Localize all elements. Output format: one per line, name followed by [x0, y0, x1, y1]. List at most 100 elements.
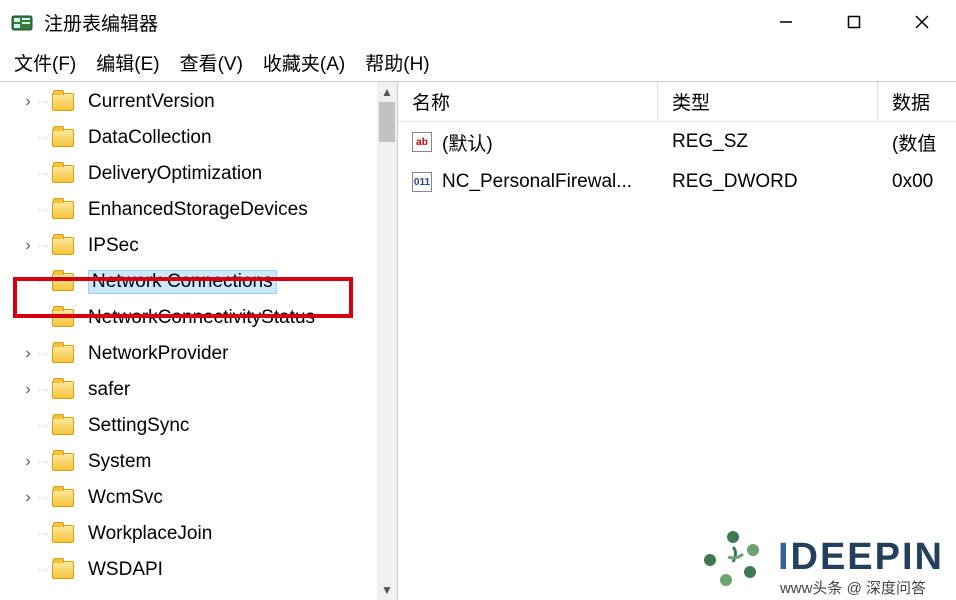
- tree-item-label: EnhancedStorageDevices: [88, 199, 308, 221]
- chevron-right-icon[interactable]: ›: [18, 345, 38, 363]
- tree-item[interactable]: ⋯ SettingSync: [0, 408, 377, 444]
- tree-connector-icon: ⋯: [38, 133, 52, 144]
- swirl-logo-icon: [698, 522, 768, 592]
- column-type[interactable]: 类型: [658, 82, 878, 121]
- folder-icon: [52, 237, 74, 255]
- column-data[interactable]: 数据: [878, 82, 956, 121]
- tree-connector-icon: ⋯: [38, 421, 52, 432]
- chevron-right-icon[interactable]: ›: [18, 237, 38, 255]
- tree-connector-icon: ⋯: [38, 385, 52, 396]
- minimize-button[interactable]: [752, 0, 820, 44]
- tree-item-label: WcmSvc: [88, 487, 163, 509]
- folder-icon: [52, 453, 74, 471]
- tree-item[interactable]: ⋯ DataCollection: [0, 120, 377, 156]
- tree-item[interactable]: ›⋯ safer: [0, 372, 377, 408]
- scroll-up-icon[interactable]: ▲: [377, 82, 397, 102]
- tree-item-label: safer: [88, 379, 130, 401]
- menu-edit[interactable]: 编辑(E): [96, 49, 159, 76]
- tree-connector-icon: ⋯: [38, 457, 52, 468]
- tree-scrollbar[interactable]: ▲ ▼: [377, 82, 397, 600]
- tree-item-label: DeliveryOptimization: [88, 163, 262, 185]
- tree-item[interactable]: ⋯ Network Connections: [0, 264, 377, 300]
- tree-item[interactable]: ›⋯ System: [0, 444, 377, 480]
- tree-connector-icon: ⋯: [38, 97, 52, 108]
- tree-item[interactable]: ⋯ WorkplaceJoin: [0, 516, 377, 552]
- tree-item-label: WorkplaceJoin: [88, 523, 212, 545]
- chevron-right-icon[interactable]: ›: [18, 489, 38, 507]
- folder-icon: [52, 93, 74, 111]
- window-title: 注册表编辑器: [44, 9, 158, 36]
- tree-item[interactable]: ⋯ EnhancedStorageDevices: [0, 192, 377, 228]
- menu-file[interactable]: 文件(F): [14, 49, 76, 76]
- scroll-thumb[interactable]: [379, 102, 395, 142]
- tree-connector-icon: ⋯: [38, 277, 52, 288]
- tree-item[interactable]: ›⋯ NetworkProvider: [0, 336, 377, 372]
- dword-value-icon: 011: [412, 172, 432, 192]
- value-name: NC_PersonalFirewal...: [442, 171, 632, 193]
- chevron-right-icon[interactable]: ›: [18, 93, 38, 111]
- tree-connector-icon: ⋯: [38, 169, 52, 180]
- content-area: ›⋯CurrentVersion⋯DataCollection⋯Delivery…: [0, 82, 956, 600]
- string-value-icon: ab: [412, 132, 432, 152]
- tree-item-label: IPSec: [88, 235, 139, 257]
- chevron-right-icon[interactable]: ›: [18, 453, 38, 471]
- list-row[interactable]: 011 NC_PersonalFirewal... REG_DWORD0x00: [398, 162, 956, 202]
- menu-view[interactable]: 查看(V): [180, 49, 243, 76]
- tree-connector-icon: ⋯: [38, 529, 52, 540]
- folder-icon: [52, 201, 74, 219]
- window-controls: [752, 0, 956, 44]
- tree-item-label: NetworkProvider: [88, 343, 228, 365]
- tree-item[interactable]: ›⋯ WcmSvc: [0, 480, 377, 516]
- titlebar: 注册表编辑器: [0, 0, 956, 44]
- folder-icon: [52, 489, 74, 507]
- chevron-right-icon[interactable]: ›: [18, 381, 38, 399]
- folder-icon: [52, 561, 74, 579]
- tree-pane: ›⋯CurrentVersion⋯DataCollection⋯Delivery…: [0, 82, 398, 600]
- scroll-down-icon[interactable]: ▼: [377, 580, 397, 600]
- tree-item-label: SettingSync: [88, 415, 189, 437]
- close-button[interactable]: [888, 0, 956, 44]
- list-pane: 名称 类型 数据 ab (默认) REG_SZ(数值 011 NC_PersonalFi…: [398, 82, 956, 600]
- menu-favorites[interactable]: 收藏夹(A): [263, 49, 345, 76]
- tree-connector-icon: ⋯: [38, 349, 52, 360]
- tree-item-label: Network Connections: [88, 270, 277, 294]
- regedit-icon: [10, 10, 34, 34]
- tree-item-label: WSDAPI: [88, 559, 163, 581]
- folder-icon: [52, 417, 74, 435]
- maximize-button[interactable]: [820, 0, 888, 44]
- tree-item[interactable]: ⋯WSDAPI: [0, 552, 377, 588]
- column-name[interactable]: 名称: [398, 82, 658, 121]
- folder-icon: [52, 165, 74, 183]
- folder-icon: [52, 345, 74, 363]
- value-type: REG_DWORD: [658, 171, 878, 193]
- value-data: (数值: [878, 129, 956, 156]
- list-body[interactable]: ab (默认) REG_SZ(数值 011 NC_PersonalFirewal... R…: [398, 122, 956, 202]
- list-row[interactable]: ab (默认) REG_SZ(数值: [398, 122, 956, 162]
- tree-item[interactable]: ⋯ NetworkConnectivityStatus: [0, 300, 377, 336]
- tree-item[interactable]: ›⋯ CurrentVersion: [0, 84, 377, 120]
- menu-help[interactable]: 帮助(H): [365, 49, 429, 76]
- brand-text: IDEEPIN: [778, 536, 944, 579]
- list-header: 名称 类型 数据: [398, 82, 956, 122]
- tree-item-label: NetworkConnectivityStatus: [88, 307, 315, 329]
- folder-icon: [52, 129, 74, 147]
- attribution-text: www头条 @ 深度问答: [780, 577, 926, 598]
- tree-connector-icon: ⋯: [38, 205, 52, 216]
- folder-icon: [52, 273, 74, 291]
- tree-item[interactable]: ›⋯ IPSec: [0, 228, 377, 264]
- tree-connector-icon: ⋯: [38, 241, 52, 252]
- value-name: (默认): [442, 129, 493, 156]
- tree-item[interactable]: ⋯ DeliveryOptimization: [0, 156, 377, 192]
- folder-icon: [52, 309, 74, 327]
- folder-icon: [52, 525, 74, 543]
- tree-item-label: DataCollection: [88, 127, 212, 149]
- tree-connector-icon: ⋯: [38, 313, 52, 324]
- tree-connector-icon: ⋯: [38, 493, 52, 504]
- tree-item-label: System: [88, 451, 151, 473]
- tree-item-label: CurrentVersion: [88, 91, 215, 113]
- value-type: REG_SZ: [658, 131, 878, 153]
- folder-icon: [52, 381, 74, 399]
- tree-list[interactable]: ›⋯CurrentVersion⋯DataCollection⋯Delivery…: [0, 82, 377, 588]
- menubar: 文件(F) 编辑(E) 查看(V) 收藏夹(A) 帮助(H): [0, 44, 956, 82]
- value-data: 0x00: [878, 171, 956, 193]
